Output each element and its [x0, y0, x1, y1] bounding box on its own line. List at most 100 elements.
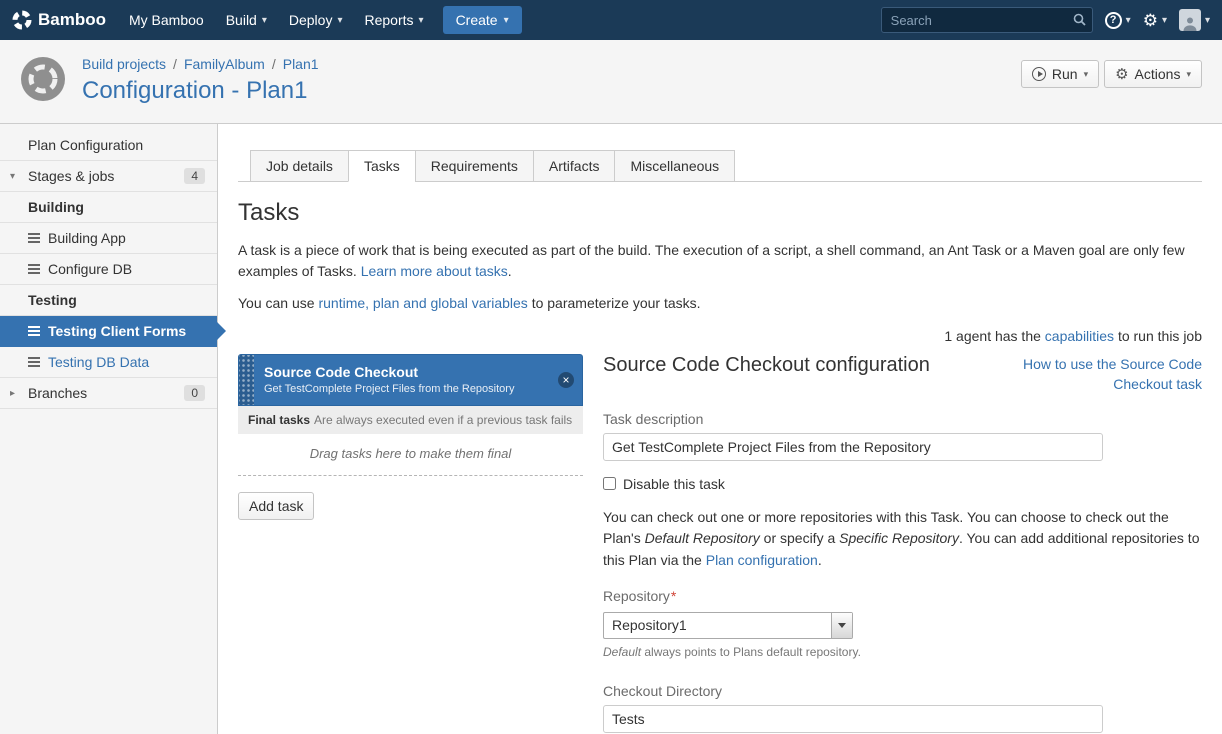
task-title: Source Code Checkout: [264, 364, 514, 380]
breadcrumb-build-projects[interactable]: Build projects: [82, 56, 166, 72]
chevron-down-icon: ▾: [1084, 69, 1089, 80]
disable-task-label: Disable this task: [623, 476, 725, 492]
run-button-label: Run: [1052, 66, 1078, 82]
stages-count-badge: 4: [184, 168, 205, 184]
capabilities-link[interactable]: capabilities: [1045, 328, 1114, 344]
sidebar-item-stages-jobs[interactable]: ▾ Stages & jobs 4: [0, 161, 217, 192]
task-description-input[interactable]: [603, 433, 1103, 461]
learn-more-link[interactable]: Learn more about tasks: [361, 263, 508, 279]
nav-my-bamboo-label: My Bamboo: [129, 12, 204, 28]
disable-task-checkbox[interactable]: [603, 477, 616, 490]
search-input[interactable]: [881, 7, 1093, 33]
page-header: Build projects / FamilyAlbum / Plan1 Con…: [0, 40, 1222, 124]
settings-menu[interactable]: ⚙ ▾: [1143, 12, 1167, 29]
plan-configuration-link[interactable]: Plan configuration: [706, 552, 818, 568]
tab-requirements[interactable]: Requirements: [415, 150, 534, 182]
chevron-down-icon: ▾: [419, 15, 424, 26]
nav-my-bamboo[interactable]: My Bamboo: [118, 0, 215, 40]
tab-tasks[interactable]: Tasks: [348, 150, 416, 182]
breadcrumb-plan1[interactable]: Plan1: [283, 56, 319, 72]
chevron-down-icon[interactable]: ▾: [10, 171, 15, 182]
task-config-panel: Source Code Checkout configuration How t…: [603, 354, 1202, 734]
header-text: Build projects / FamilyAlbum / Plan1 Con…: [82, 56, 319, 105]
nav-reports[interactable]: Reports ▾: [354, 0, 435, 40]
task-subtitle: Get TestComplete Project Files from the …: [264, 383, 514, 395]
gear-icon: ⚙: [1143, 12, 1158, 29]
chevron-down-icon: ▾: [504, 15, 509, 26]
chevron-down-icon: ▾: [1205, 15, 1210, 26]
sidebar-item-branches[interactable]: ▸ Branches 0: [0, 378, 217, 409]
sidebar-item-label: Plan Configuration: [28, 137, 143, 153]
bamboo-logo-icon: [12, 10, 32, 30]
sidebar-item-testing-db-data[interactable]: Testing DB Data: [0, 347, 217, 378]
variables-note: You can use runtime, plan and global var…: [238, 293, 1202, 314]
close-icon[interactable]: ×: [558, 372, 574, 388]
breadcrumb-family-album[interactable]: FamilyAlbum: [184, 56, 265, 72]
help-menu[interactable]: ? ▾: [1105, 12, 1131, 29]
job-list-icon: [28, 326, 40, 336]
drag-handle-icon[interactable]: [239, 355, 254, 405]
agent-note-text: to run this job: [1114, 328, 1202, 344]
intro-text: to parameterize your tasks.: [528, 295, 701, 311]
run-button[interactable]: Run ▾: [1021, 60, 1099, 88]
chevron-down-icon: ▾: [1162, 15, 1167, 26]
add-task-button[interactable]: Add task: [238, 492, 314, 520]
help-text: always points to Plans default repositor…: [641, 645, 861, 659]
bamboo-logo[interactable]: Bamboo: [12, 10, 106, 30]
nav-build[interactable]: Build ▾: [215, 0, 278, 40]
sidebar-item-plan-configuration[interactable]: Plan Configuration: [0, 130, 217, 161]
sidebar-item-testing-client-forms[interactable]: Testing Client Forms: [0, 316, 217, 347]
checkout-directory-input[interactable]: [603, 705, 1103, 733]
variables-link[interactable]: runtime, plan and global variables: [318, 295, 527, 311]
task-source-code-checkout[interactable]: Source Code Checkout Get TestComplete Pr…: [238, 354, 583, 406]
sidebar-item-label: Stages & jobs: [28, 168, 114, 184]
task-description-label: Task description: [603, 411, 1202, 427]
required-marker: *: [671, 588, 676, 604]
stage-label: Testing: [28, 292, 77, 308]
tab-job-details[interactable]: Job details: [250, 150, 349, 182]
job-list-icon: [28, 357, 40, 367]
chevron-down-icon: ▾: [337, 15, 342, 26]
tab-artifacts[interactable]: Artifacts: [533, 150, 616, 182]
config-header: Source Code Checkout configuration How t…: [603, 354, 1202, 395]
chevron-down-icon: ▾: [1126, 15, 1131, 26]
chevron-right-icon[interactable]: ▸: [10, 388, 15, 399]
repository-select-value: Repository1: [604, 613, 831, 638]
body-text: .: [818, 552, 822, 568]
sidebar-item-configure-db[interactable]: Configure DB: [0, 254, 217, 285]
breadcrumb-separator: /: [272, 56, 276, 72]
sidebar-item-building-app[interactable]: Building App: [0, 223, 217, 254]
chevron-down-icon[interactable]: [831, 613, 852, 638]
sidebar-item-label: Configure DB: [48, 261, 132, 277]
chevron-down-icon: ▾: [262, 15, 267, 26]
search-box: [881, 7, 1093, 33]
tasks-columns: Source Code Checkout Get TestComplete Pr…: [238, 354, 1202, 734]
agent-note: 1 agent has the capabilities to run this…: [238, 328, 1202, 344]
tab-bar: Job details Tasks Requirements Artifacts…: [238, 150, 1202, 182]
final-tasks-dropzone[interactable]: Drag tasks here to make them final: [238, 434, 583, 476]
disable-task-row[interactable]: Disable this task: [603, 476, 1202, 492]
user-menu[interactable]: ▾: [1179, 9, 1210, 31]
sidebar-item-label: Branches: [28, 385, 87, 401]
how-to-use-link[interactable]: How to use the Source Code Checkout task: [997, 354, 1202, 395]
repository-select[interactable]: Repository1: [603, 612, 853, 639]
job-list-icon: [28, 233, 40, 243]
search-icon[interactable]: [1073, 13, 1086, 29]
checkout-description: You can check out one or more repositori…: [603, 507, 1202, 572]
body-text: or specify a: [760, 530, 839, 546]
help-icon: ?: [1105, 12, 1122, 29]
chevron-down-icon: ▾: [1186, 69, 1191, 80]
actions-button[interactable]: ⚙ Actions ▾: [1104, 60, 1202, 88]
nav-deploy[interactable]: Deploy ▾: [278, 0, 354, 40]
tab-miscellaneous[interactable]: Miscellaneous: [614, 150, 735, 182]
body-emphasis: Default Repository: [645, 530, 760, 546]
sidebar-stage-testing: Testing: [0, 285, 217, 316]
nav-reports-label: Reports: [365, 12, 414, 28]
create-button[interactable]: Create ▾: [443, 6, 522, 34]
config-title: Source Code Checkout configuration: [603, 354, 930, 395]
task-list-panel: Source Code Checkout Get TestComplete Pr…: [238, 354, 583, 520]
actions-button-label: Actions: [1135, 66, 1181, 82]
branches-count-badge: 0: [184, 385, 205, 401]
job-list-icon: [28, 264, 40, 274]
create-button-label: Create: [456, 12, 498, 28]
